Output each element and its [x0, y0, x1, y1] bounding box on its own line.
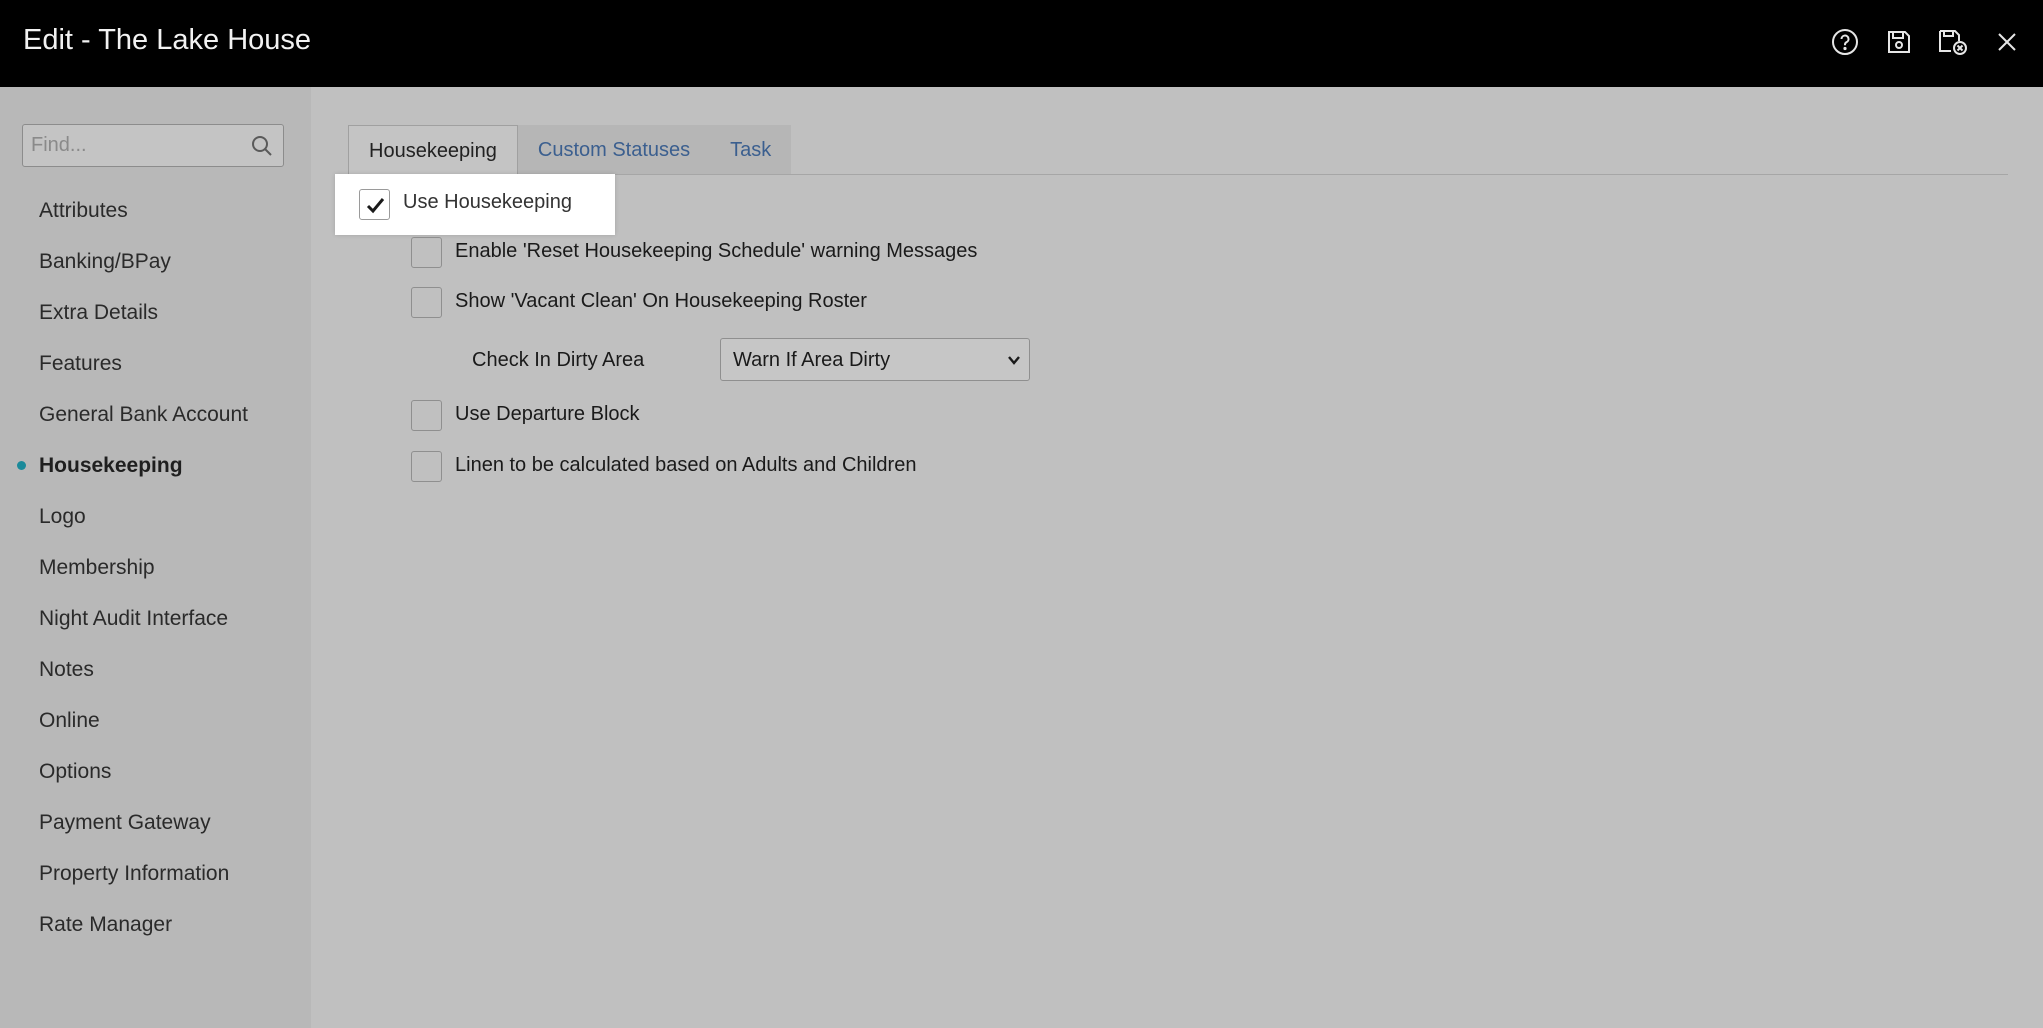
sidebar-item-label: Membership	[39, 556, 155, 579]
sidebar-item-rate-manager[interactable]: Rate Manager	[0, 899, 311, 950]
tab-housekeeping[interactable]: Housekeeping	[348, 125, 518, 175]
linen-calc-label: Linen to be calculated based on Adults a…	[455, 454, 917, 476]
sidebar-item-options[interactable]: Options	[0, 746, 311, 797]
help-icon[interactable]	[1829, 26, 1861, 58]
sidebar-item-label: General Bank Account	[39, 403, 248, 426]
sidebar-item-label: Attributes	[39, 199, 128, 222]
sidebar-item-logo[interactable]: Logo	[0, 491, 311, 542]
departure-block-label: Use Departure Block	[455, 403, 640, 425]
checkmark-icon	[366, 198, 385, 214]
sidebar-item-label: Online	[39, 709, 100, 732]
chevron-down-icon	[1008, 356, 1020, 365]
save-and-close-icon[interactable]	[1937, 26, 1969, 58]
sidebar-item-online[interactable]: Online	[0, 695, 311, 746]
sidebar-item-general-bank-account[interactable]: General Bank Account	[0, 389, 311, 440]
sidebar-item-features[interactable]: Features	[0, 338, 311, 389]
sidebar-item-housekeeping[interactable]: Housekeeping	[0, 440, 311, 491]
reset-warning-checkbox[interactable]	[411, 237, 442, 268]
active-indicator-dot	[17, 461, 26, 470]
use-housekeeping-checkbox[interactable]	[359, 189, 390, 220]
linen-calc-checkbox[interactable]	[411, 451, 442, 482]
sidebar-item-extra-details[interactable]: Extra Details	[0, 287, 311, 338]
search-input[interactable]	[23, 125, 243, 166]
check-in-dirty-select[interactable]: Warn If Area Dirty	[720, 338, 1030, 381]
sidebar-item-label: Features	[39, 352, 122, 375]
search-icon[interactable]	[251, 135, 273, 157]
sidebar-item-label: Housekeeping	[39, 454, 183, 477]
tab-task[interactable]: Task	[710, 125, 792, 175]
use-housekeeping-row[interactable]: Use Housekeeping	[335, 174, 615, 235]
vacant-clean-checkbox[interactable]	[411, 287, 442, 318]
sidebar-item-label: Property Information	[39, 862, 230, 885]
window-title: Edit - The Lake House	[23, 24, 312, 56]
use-housekeeping-label: Use Housekeeping	[403, 191, 572, 213]
save-icon[interactable]	[1883, 26, 1915, 58]
reset-warning-label: Enable 'Reset Housekeeping Schedule' war…	[455, 240, 978, 262]
tab-bar: Housekeeping Custom Statuses Task	[348, 125, 792, 175]
sidebar-item-membership[interactable]: Membership	[0, 542, 311, 593]
sidebar-item-banking-bpay[interactable]: Banking/BPay	[0, 236, 311, 287]
sidebar-item-label: Rate Manager	[39, 913, 173, 936]
main-panel: Housekeeping Custom Statuses Task Use Hous…	[311, 87, 2043, 1028]
sidebar-item-property-information[interactable]: Property Information	[0, 848, 311, 899]
sidebar-nav: Attributes Banking/BPay Extra Details Featu…	[0, 185, 311, 950]
sidebar-item-label: Banking/BPay	[39, 250, 171, 273]
sidebar-item-label: Options	[39, 760, 112, 783]
sidebar-item-label: Night Audit Interface	[39, 607, 229, 630]
sidebar-item-payment-gateway[interactable]: Payment Gateway	[0, 797, 311, 848]
departure-block-checkbox[interactable]	[411, 400, 442, 431]
tab-custom-statuses[interactable]: Custom Statuses	[517, 125, 711, 175]
close-icon[interactable]	[1991, 26, 2023, 58]
search-box[interactable]	[22, 124, 284, 167]
sidebar-item-label: Notes	[39, 658, 94, 681]
sidebar-item-night-audit-interface[interactable]: Night Audit Interface	[0, 593, 311, 644]
title-bar: Edit - The Lake House	[0, 0, 2043, 87]
sidebar-item-attributes[interactable]: Attributes	[0, 185, 311, 236]
vacant-clean-label: Show 'Vacant Clean' On Housekeeping Rost…	[455, 290, 867, 312]
sidebar: Attributes Banking/BPay Extra Details Featu…	[0, 87, 311, 1028]
window-actions	[1829, 26, 2023, 58]
sidebar-item-notes[interactable]: Notes	[0, 644, 311, 695]
sidebar-item-label: Extra Details	[39, 301, 159, 324]
sidebar-item-label: Logo	[39, 505, 86, 528]
sidebar-item-label: Payment Gateway	[39, 811, 211, 834]
check-in-dirty-label: Check In Dirty Area	[472, 349, 645, 371]
check-in-dirty-value: Warn If Area Dirty	[733, 349, 891, 371]
